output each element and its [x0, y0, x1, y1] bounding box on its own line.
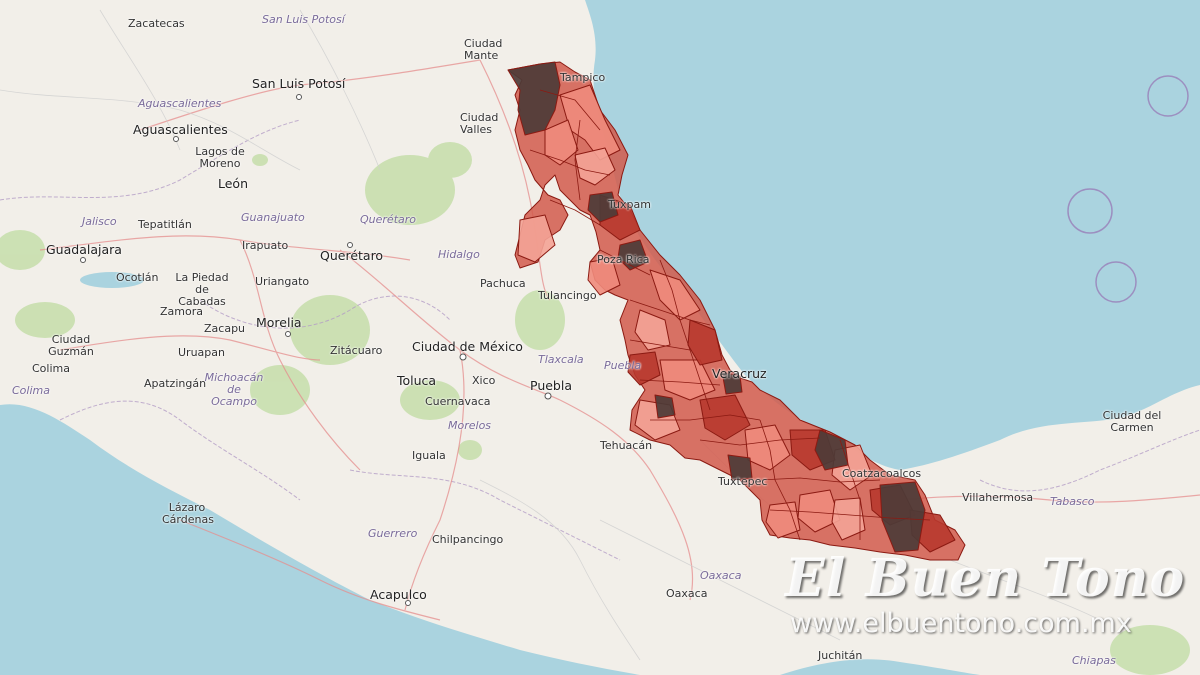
- label-villahermosa: Villahermosa: [962, 491, 1034, 504]
- label-ciudad-guzman: Ciudad Guzmán: [48, 333, 94, 358]
- label-juchitan: Juchitán: [818, 649, 863, 662]
- label-oaxaca: Oaxaca: [666, 587, 708, 600]
- label-puebla: Puebla: [530, 378, 572, 393]
- label-lazaro-cardenas: Lázaro Cárdenas: [162, 501, 214, 526]
- label-guerrero-state: Guerrero: [368, 527, 418, 540]
- label-guadalajara: Guadalajara: [46, 242, 122, 257]
- label-zitacuaro: Zitácuaro: [330, 344, 383, 357]
- label-aguascalientes-state: Aguascalientes: [138, 97, 222, 110]
- label-apatzingan: Apatzingán: [144, 377, 207, 390]
- label-cuernavaca: Cuernavaca: [425, 395, 491, 408]
- label-puebla-state: Puebla: [604, 359, 642, 372]
- label-la-piedad: La Piedad de Cabadas: [175, 271, 229, 308]
- label-lagos-de-moreno: Lagos de Moreno: [195, 145, 245, 170]
- label-hidalgo-state: Hidalgo: [438, 248, 480, 261]
- label-chilpancingo: Chilpancingo: [432, 533, 504, 546]
- label-zacapu: Zacapu: [204, 322, 246, 335]
- label-ciudad-del-carmen: Ciudad del Carmen: [1102, 409, 1162, 434]
- label-colima-state: Colima: [12, 384, 50, 397]
- label-tehuacan: Tehuacán: [600, 439, 653, 452]
- label-morelia: Morelia: [256, 315, 302, 330]
- label-ocotlan: Ocotlán: [116, 271, 159, 284]
- label-tuxtepec: Tuxtepec: [718, 475, 768, 488]
- label-ciudad-mante: Ciudad Mante: [464, 37, 503, 62]
- label-san-luis-potosi-state: San Luis Potosí: [262, 13, 345, 26]
- label-xico: Xico: [472, 374, 496, 387]
- label-veracruz: Veracruz: [712, 366, 767, 381]
- label-pachuca: Pachuca: [480, 277, 526, 290]
- label-oaxaca-state: Oaxaca: [700, 569, 742, 582]
- watermark-url: www.elbuentono.com.mx: [790, 608, 1132, 639]
- label-chiapas-state: Chiapas: [1072, 654, 1116, 667]
- label-michoacan-state: Michoacán de Ocampo: [204, 371, 264, 408]
- label-acapulco: Acapulco: [370, 587, 427, 602]
- label-irapuato: Irapuato: [242, 239, 289, 252]
- label-ciudad-valles: Ciudad Valles: [460, 111, 499, 136]
- label-ciudad-de-mexico: Ciudad de México: [412, 339, 523, 354]
- label-zamora: Zamora: [160, 305, 203, 318]
- label-zacatecas: Zacatecas: [128, 17, 185, 30]
- label-san-luis-potosi: San Luis Potosí: [252, 76, 346, 91]
- label-queretaro: Querétaro: [320, 248, 384, 263]
- label-tuxpam: Tuxpam: [608, 198, 651, 211]
- label-tabasco-state: Tabasco: [1050, 495, 1095, 508]
- label-tampico: Tampico: [560, 71, 606, 84]
- label-poza-rica: Poza Rica: [597, 253, 650, 266]
- label-uriangato: Uriangato: [255, 275, 310, 288]
- label-tulancingo: Tulancingo: [538, 289, 597, 302]
- label-aguascalientes: Aguascalientes: [133, 122, 228, 137]
- label-tepatitlan: Tepatitlán: [138, 218, 192, 231]
- label-uruapan: Uruapan: [178, 346, 225, 359]
- label-iguala: Iguala: [412, 449, 446, 462]
- label-toluca: Toluca: [397, 373, 437, 388]
- label-leon: León: [218, 176, 249, 191]
- watermark-title: El Buen Tono: [785, 548, 1186, 609]
- label-colima: Colima: [32, 362, 70, 375]
- label-guanajuato-state: Guanajuato: [241, 211, 305, 224]
- label-jalisco-state: Jalisco: [82, 215, 117, 228]
- label-queretaro-state: Querétaro: [360, 213, 416, 226]
- label-coatzacoalcos: Coatzacoalcos: [842, 467, 922, 480]
- label-tlaxcala-state: Tlaxcala: [538, 353, 584, 366]
- label-morelos-state: Morelos: [448, 419, 492, 432]
